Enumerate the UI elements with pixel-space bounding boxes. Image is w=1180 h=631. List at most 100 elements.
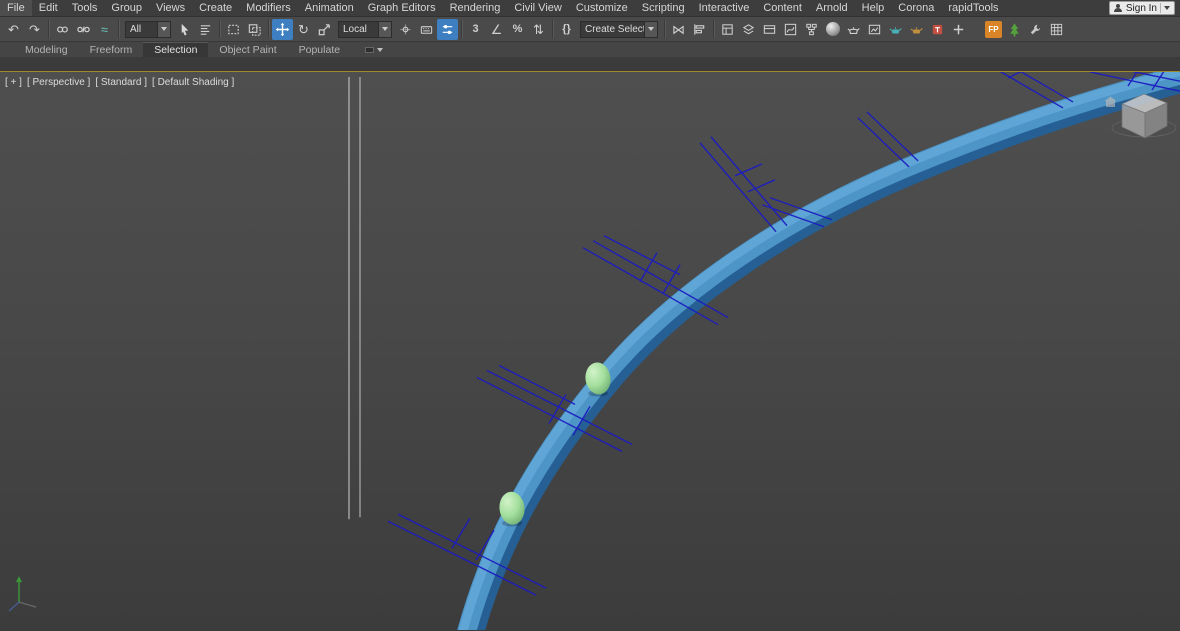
perspective-viewport[interactable]: [ + ] [ Perspective ] [ Standard ] [ Def… — [0, 71, 1180, 630]
menu-bar: File Edit Tools Group Views Create Modif… — [0, 0, 1180, 17]
selection-filter-dropdown[interactable]: All — [125, 20, 171, 38]
material-editor-icon[interactable] — [822, 19, 843, 40]
select-object-icon[interactable] — [174, 19, 195, 40]
sign-in-label: Sign In — [1125, 2, 1157, 14]
viewport-menu-pov[interactable]: [ Perspective ] — [27, 77, 90, 88]
render-setup-icon[interactable] — [843, 19, 864, 40]
axis-tripod — [8, 576, 37, 612]
named-selection-sets-dropdown[interactable]: Create Selection Se — [580, 20, 658, 38]
ribbon-minimize-button[interactable] — [361, 42, 387, 57]
sign-in-caret-icon[interactable] — [1164, 6, 1170, 10]
menu-modifiers[interactable]: Modifiers — [239, 0, 298, 16]
viewport-menu-general[interactable]: [ + ] — [5, 77, 22, 88]
menu-graph-editors[interactable]: Graph Editors — [361, 0, 443, 16]
coord-system-caret-icon[interactable] — [378, 21, 391, 37]
wrench-tool-icon[interactable] — [1025, 19, 1046, 40]
select-and-scale-icon[interactable] — [314, 19, 335, 40]
rendered-frame-window-icon[interactable] — [864, 19, 885, 40]
menu-scripting[interactable]: Scripting — [635, 0, 692, 16]
rectangular-selection-icon[interactable] — [223, 19, 244, 40]
menu-animation[interactable]: Animation — [298, 0, 361, 16]
menu-interactive[interactable]: Interactive — [692, 0, 757, 16]
selection-filter-value: All — [130, 23, 142, 35]
select-and-rotate-icon[interactable]: ↻ — [293, 19, 314, 40]
toolbar-separator — [713, 20, 714, 38]
viewcube[interactable] — [1104, 93, 1177, 139]
tree-plugin-icon[interactable] — [1004, 19, 1025, 40]
align-icon[interactable] — [689, 19, 710, 40]
tab-object-paint[interactable]: Object Paint — [208, 42, 287, 57]
toolbar-separator — [118, 20, 119, 38]
sign-in-divider — [1160, 3, 1161, 13]
menu-help[interactable]: Help — [855, 0, 892, 16]
select-by-name-icon[interactable] — [195, 19, 216, 40]
schematic-view-icon[interactable] — [801, 19, 822, 40]
menu-views[interactable]: Views — [149, 0, 192, 16]
select-and-manipulate-icon[interactable] — [437, 18, 458, 40]
sign-in-button[interactable]: Sign In — [1108, 1, 1175, 15]
angle-snap-icon[interactable]: ∠ — [486, 19, 507, 40]
toolbar-separator — [461, 20, 462, 38]
3dsmax-window: File Edit Tools Group Views Create Modif… — [0, 0, 1180, 631]
menu-arnold[interactable]: Arnold — [809, 0, 855, 16]
viewport-menu-renderer[interactable]: [ Standard ] — [95, 77, 147, 88]
tab-selection[interactable]: Selection — [143, 42, 209, 57]
menu-customize[interactable]: Customize — [569, 0, 635, 16]
named-selection-sets-value: Create Selection Se — [585, 23, 644, 35]
coord-system-value: Local — [343, 23, 367, 35]
curve-editor-icon[interactable] — [780, 19, 801, 40]
select-and-move-icon[interactable] — [272, 18, 293, 40]
ribbon-tab-bar: Modeling Freeform Selection Object Paint… — [0, 42, 1180, 57]
grid-display-icon[interactable] — [1046, 19, 1067, 40]
vertical-spline-pair[interactable] — [348, 76, 361, 520]
undo-icon[interactable]: ↶ — [3, 19, 24, 40]
add-button[interactable] — [948, 19, 969, 40]
menu-corona[interactable]: Corona — [891, 0, 941, 16]
main-toolbar: ↶ ↷ ≈ All ↻ Local 3 ∠ % ⇅ {} Create Sele… — [0, 17, 1180, 42]
edit-named-selection-sets-icon[interactable]: {} — [556, 19, 577, 40]
toggle-ribbon-icon[interactable] — [759, 19, 780, 40]
menu-group[interactable]: Group — [104, 0, 149, 16]
ribbon-collapsed-strip — [0, 57, 1180, 71]
select-and-link-icon[interactable] — [52, 19, 73, 40]
tab-modeling[interactable]: Modeling — [14, 42, 79, 57]
mirror-icon[interactable]: ⋈ — [668, 19, 689, 40]
viewport-canvas[interactable] — [0, 72, 1180, 630]
menu-rapidtools[interactable]: rapidTools — [941, 0, 1005, 16]
toolbar-separator — [219, 20, 220, 38]
keyboard-override-icon[interactable] — [416, 19, 437, 40]
selection-filter-caret-icon[interactable] — [157, 21, 170, 37]
render-activeshade-icon[interactable] — [906, 19, 927, 40]
viewport-menu-shading[interactable]: [ Default Shading ] — [152, 77, 234, 88]
reference-coordinate-dropdown[interactable]: Local — [338, 20, 392, 38]
marker-cluster[interactable] — [699, 136, 788, 233]
named-sets-caret-icon[interactable] — [644, 21, 657, 37]
redo-icon[interactable]: ↷ — [24, 19, 45, 40]
toolbar-separator — [664, 20, 665, 38]
menu-content[interactable]: Content — [756, 0, 809, 16]
spinner-snap-icon[interactable]: ⇅ — [528, 19, 549, 40]
road-spline[interactable] — [457, 72, 1180, 630]
forest-pack-icon[interactable]: FP — [983, 19, 1004, 40]
menu-edit[interactable]: Edit — [32, 0, 65, 16]
percent-snap-icon[interactable]: % — [507, 19, 528, 40]
menu-tools[interactable]: Tools — [65, 0, 105, 16]
menu-civil-view[interactable]: Civil View — [507, 0, 568, 16]
unlink-selection-icon[interactable] — [73, 19, 94, 40]
menu-rendering[interactable]: Rendering — [443, 0, 508, 16]
snaps-toggle-icon[interactable]: 3 — [465, 19, 486, 40]
window-crossing-icon[interactable] — [244, 19, 265, 40]
bind-to-space-warp-icon[interactable]: ≈ — [94, 19, 115, 40]
tab-freeform[interactable]: Freeform — [79, 42, 144, 57]
toggle-layer-explorer-icon[interactable] — [738, 19, 759, 40]
tab-populate[interactable]: Populate — [288, 42, 351, 57]
toolbar-separator — [552, 20, 553, 38]
render-production-icon[interactable] — [885, 19, 906, 40]
toggle-scene-explorer-icon[interactable] — [717, 19, 738, 40]
toolbar-separator — [268, 20, 269, 38]
render-texture-icon[interactable] — [927, 19, 948, 40]
ribbon-minimize-caret-icon — [377, 47, 384, 52]
menu-create[interactable]: Create — [192, 0, 239, 16]
menu-file[interactable]: File — [0, 0, 32, 16]
use-center-flyout-icon[interactable] — [395, 19, 416, 40]
